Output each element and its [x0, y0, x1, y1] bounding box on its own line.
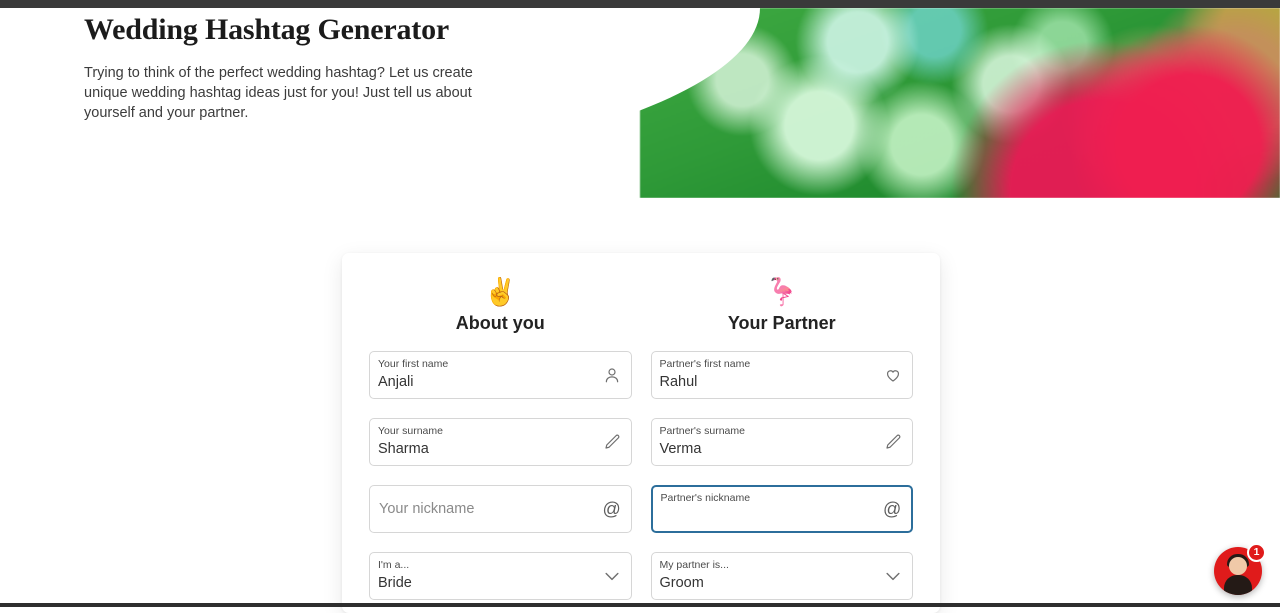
heart-icon	[884, 366, 902, 384]
bottom-dark-strip	[0, 603, 1280, 607]
pencil-icon	[884, 433, 902, 451]
your-surname-field[interactable]: Your surname Sharma	[369, 418, 632, 466]
column-header-about-you: ✌️ About you	[369, 275, 632, 334]
partner-nickname-label: Partner's nickname	[661, 492, 900, 505]
avatar-face	[1229, 557, 1247, 575]
pencil-icon	[603, 433, 621, 451]
partner-role-select-field[interactable]: My partner is... Groom	[651, 552, 914, 600]
hero-copy: Wedding Hashtag Generator Trying to thin…	[84, 8, 514, 123]
your-role-select-field[interactable]: I'm a... Bride	[369, 552, 632, 600]
at-icon: @	[883, 500, 901, 518]
chat-launcher[interactable]: 1	[1214, 547, 1262, 595]
your-nickname-field[interactable]: Your nickname @	[369, 485, 632, 533]
your-role-value: Bride	[378, 573, 619, 594]
top-dark-bar	[0, 0, 1280, 8]
partner-first-name-field[interactable]: Partner's first name Rahul	[651, 351, 914, 399]
user-icon	[603, 366, 621, 384]
your-surname-label: Your surname	[378, 425, 619, 438]
form-columns: ✌️ About you Your first name Anjali Your…	[342, 253, 940, 600]
column-about-you: ✌️ About you Your first name Anjali Your…	[369, 275, 632, 600]
partner-surname-value: Verma	[660, 439, 901, 460]
hero-section: Wedding Hashtag Generator Trying to thin…	[0, 8, 1280, 198]
avatar-body	[1224, 575, 1252, 595]
your-nickname-placeholder: Your nickname	[379, 499, 474, 520]
your-first-name-value: Anjali	[378, 372, 619, 393]
peace-hand-emoji: ✌️	[369, 275, 632, 309]
column-header-your-partner: 🦩 Your Partner	[651, 275, 914, 334]
chevron-down-icon[interactable]	[883, 566, 903, 586]
partner-role-value: Groom	[660, 573, 901, 594]
partner-surname-label: Partner's surname	[660, 425, 901, 438]
partner-role-label: My partner is...	[660, 559, 901, 572]
flamingo-emoji: 🦩	[651, 275, 914, 309]
partner-nickname-field[interactable]: Partner's nickname @	[651, 485, 914, 533]
your-first-name-label: Your first name	[378, 358, 619, 371]
your-role-label: I'm a...	[378, 559, 619, 572]
partner-first-name-value: Rahul	[660, 372, 901, 393]
at-icon: @	[603, 500, 621, 518]
your-first-name-field[interactable]: Your first name Anjali	[369, 351, 632, 399]
chat-unread-badge: 1	[1247, 543, 1266, 562]
partner-first-name-label: Partner's first name	[660, 358, 901, 371]
page-description: Trying to think of the perfect wedding h…	[84, 63, 499, 123]
column-your-partner: 🦩 Your Partner Partner's first name Rahu…	[651, 275, 914, 600]
partner-surname-field[interactable]: Partner's surname Verma	[651, 418, 914, 466]
page-title: Wedding Hashtag Generator	[84, 13, 514, 47]
your-surname-value: Sharma	[378, 439, 619, 460]
column-title-about-you: About you	[369, 313, 632, 334]
chevron-down-icon[interactable]	[602, 566, 622, 586]
hashtag-form-card: ✌️ About you Your first name Anjali Your…	[342, 253, 940, 613]
column-title-your-partner: Your Partner	[651, 313, 914, 334]
